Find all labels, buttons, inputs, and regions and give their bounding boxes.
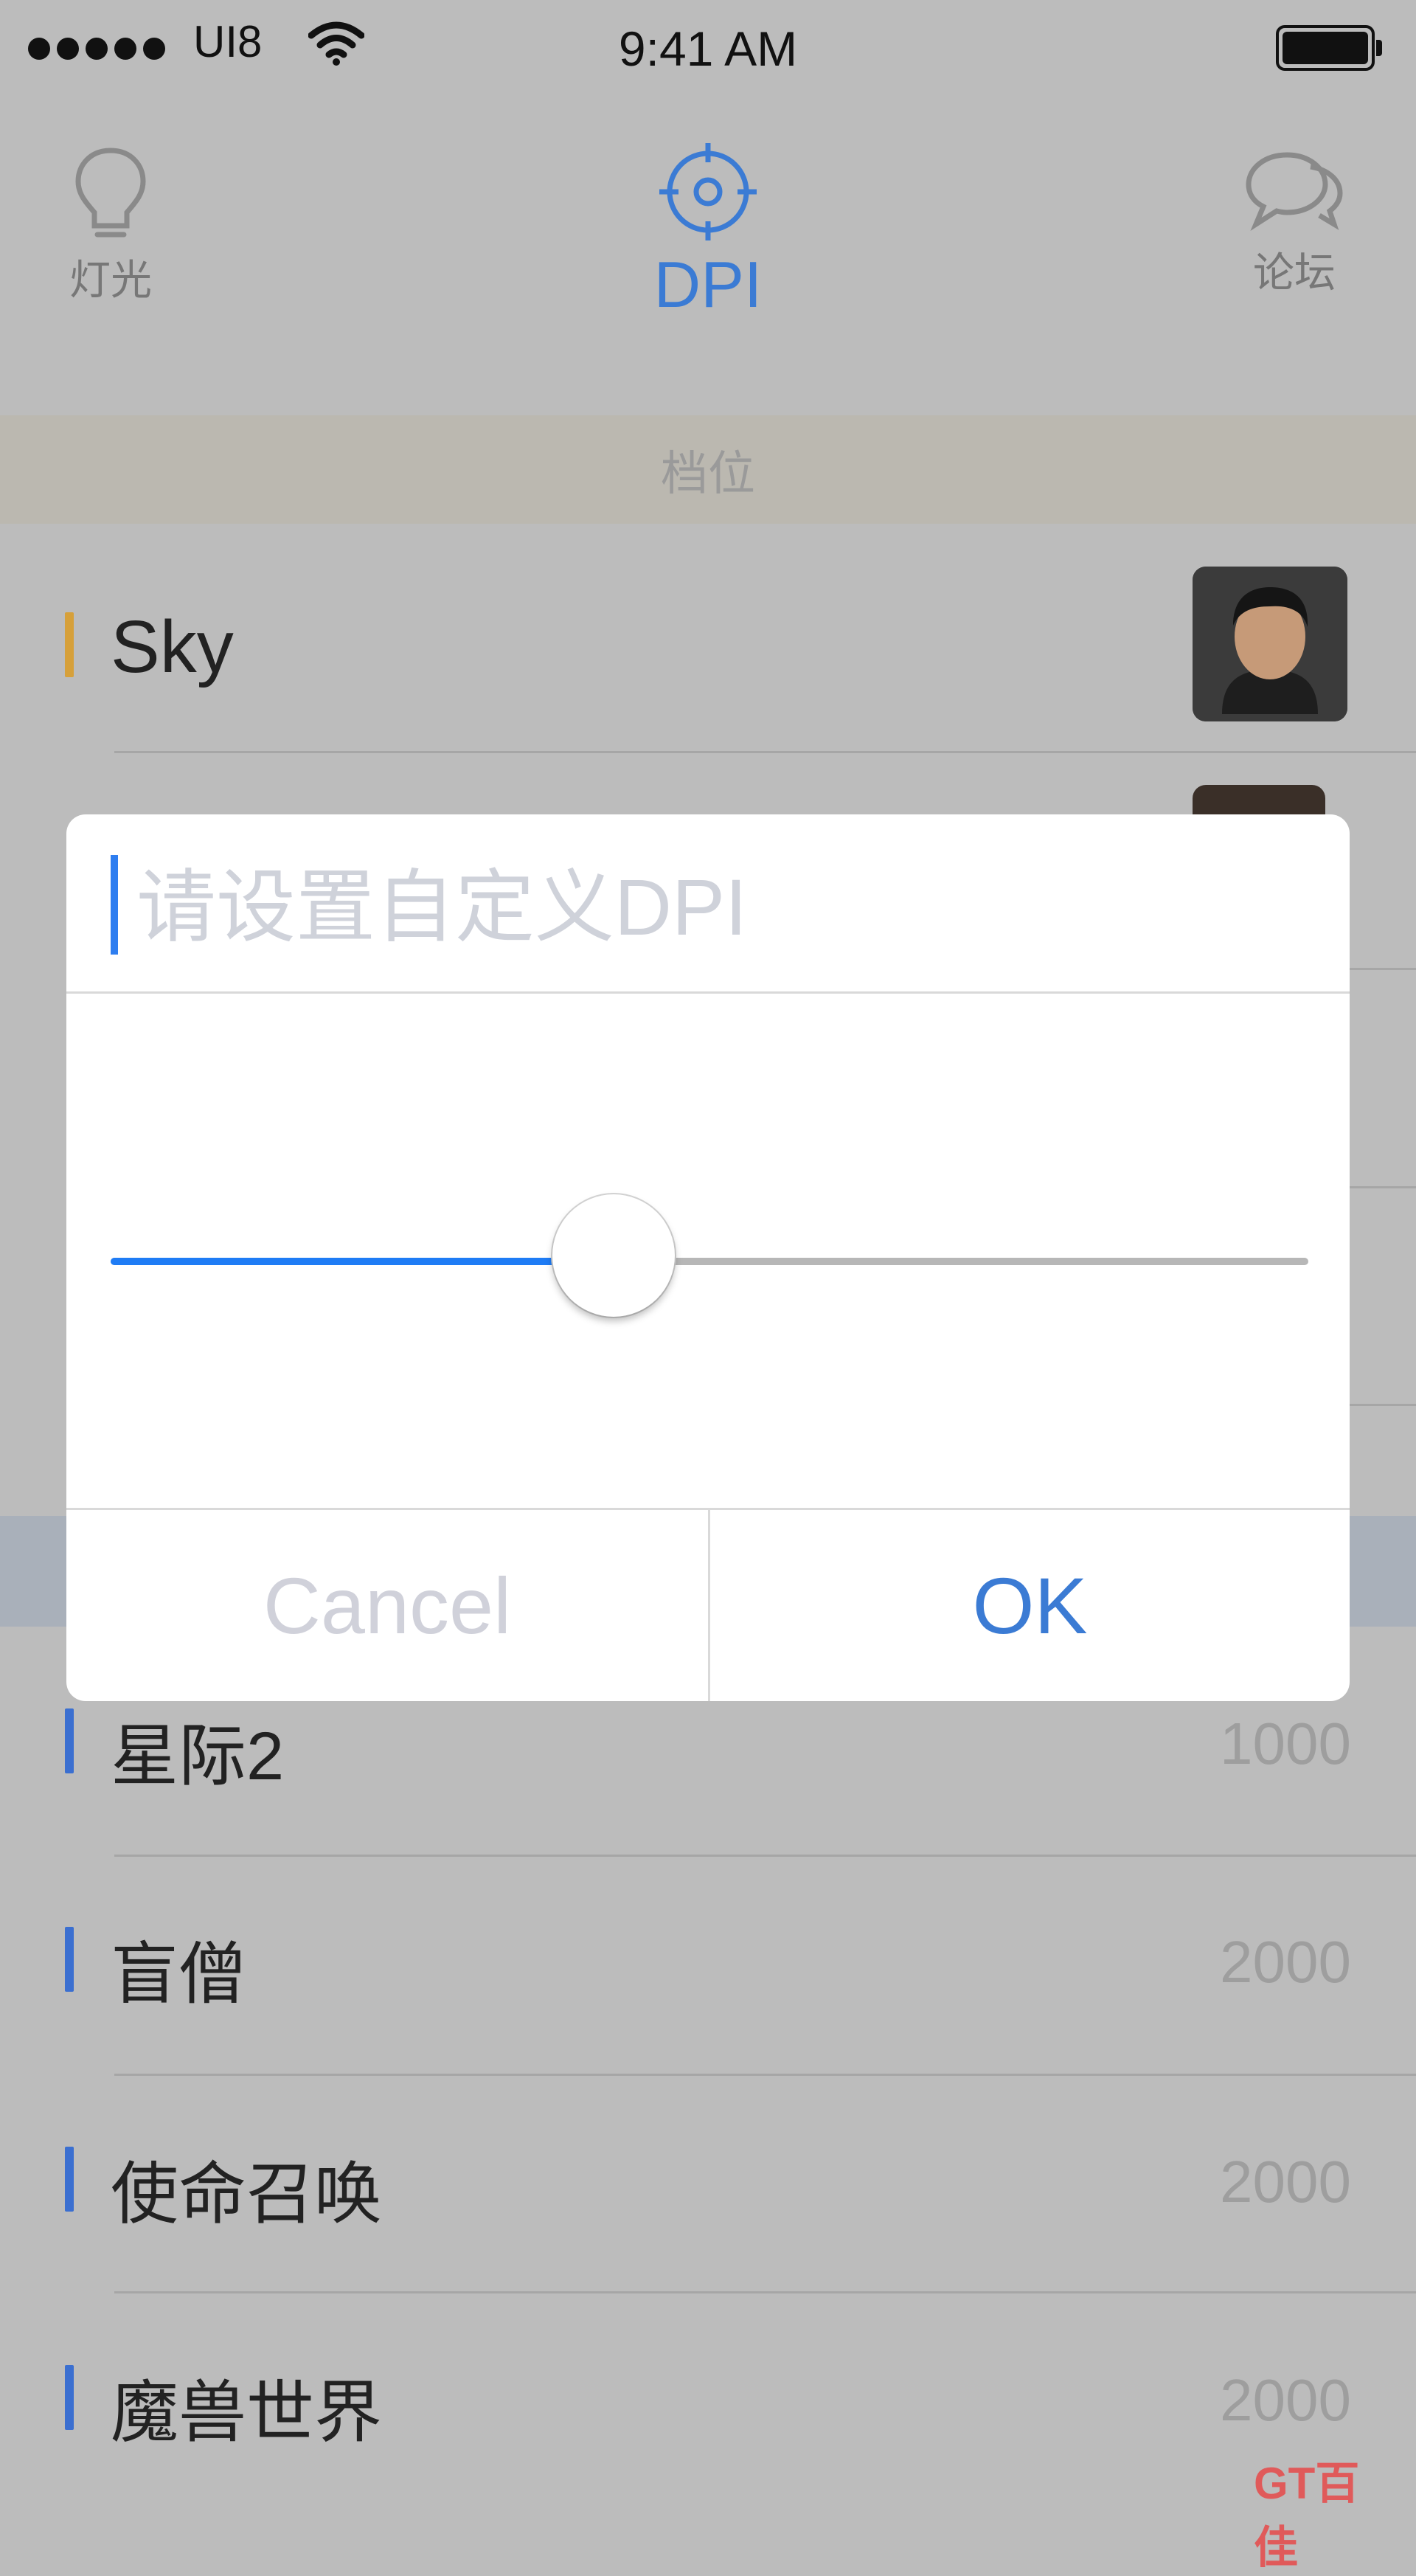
- tab-dpi[interactable]: DPI: [634, 140, 782, 322]
- status-time: 9:41 AM: [618, 21, 798, 76]
- status-bar: UI8 9:41 AM: [0, 0, 1416, 96]
- watermark-logo: GT百佳: [1254, 2459, 1360, 2572]
- tab-forum[interactable]: 论坛: [1232, 140, 1357, 300]
- tab-light[interactable]: 灯光: [52, 140, 170, 307]
- row-divider: [114, 2074, 1416, 2076]
- section-header: 档位: [0, 415, 1416, 524]
- tab-label: DPI: [653, 248, 763, 321]
- text-cursor: [111, 855, 118, 955]
- ok-button[interactable]: OK: [710, 1510, 1350, 1701]
- row-accent-bar: [65, 612, 74, 677]
- tab-label: 论坛: [1253, 249, 1336, 296]
- row-accent-bar: [65, 1927, 74, 1992]
- custom-dpi-input[interactable]: [136, 859, 1243, 955]
- game-name: 盲僧: [111, 1937, 247, 2012]
- row-divider: [114, 751, 1416, 753]
- crosshair-icon: [634, 140, 782, 247]
- row-accent-bar: [65, 2365, 74, 2430]
- row-accent-bar: [65, 2147, 74, 2212]
- dpi-slider-fill: [111, 1258, 614, 1265]
- custom-dpi-dialog: Cancel OK: [66, 814, 1350, 1701]
- row-divider: [114, 1855, 1416, 1857]
- lightbulb-icon: [52, 146, 170, 247]
- chat-bubbles-icon: [1232, 148, 1357, 240]
- game-name: 使命召唤: [111, 2157, 383, 2232]
- tab-label: 灯光: [69, 257, 152, 303]
- row-divider: [114, 2291, 1416, 2293]
- battery-icon: [1276, 25, 1382, 71]
- cancel-button[interactable]: Cancel: [66, 1510, 708, 1701]
- game-dpi-value: 1000: [1220, 1711, 1351, 1776]
- dpi-slider-thumb[interactable]: [552, 1194, 676, 1317]
- game-dpi-value: 2000: [1220, 1929, 1351, 1995]
- section-title: 档位: [661, 446, 755, 500]
- dialog-divider: [66, 991, 1350, 994]
- profile-name: Sky: [111, 606, 234, 688]
- game-dpi-value: 2000: [1220, 2367, 1351, 2433]
- game-name: 星际2: [111, 1719, 285, 1794]
- avatar[interactable]: [1193, 567, 1347, 721]
- game-dpi-value: 2000: [1220, 2149, 1351, 2215]
- row-accent-bar: [65, 1708, 74, 1773]
- game-name: 魔兽世界: [111, 2375, 383, 2451]
